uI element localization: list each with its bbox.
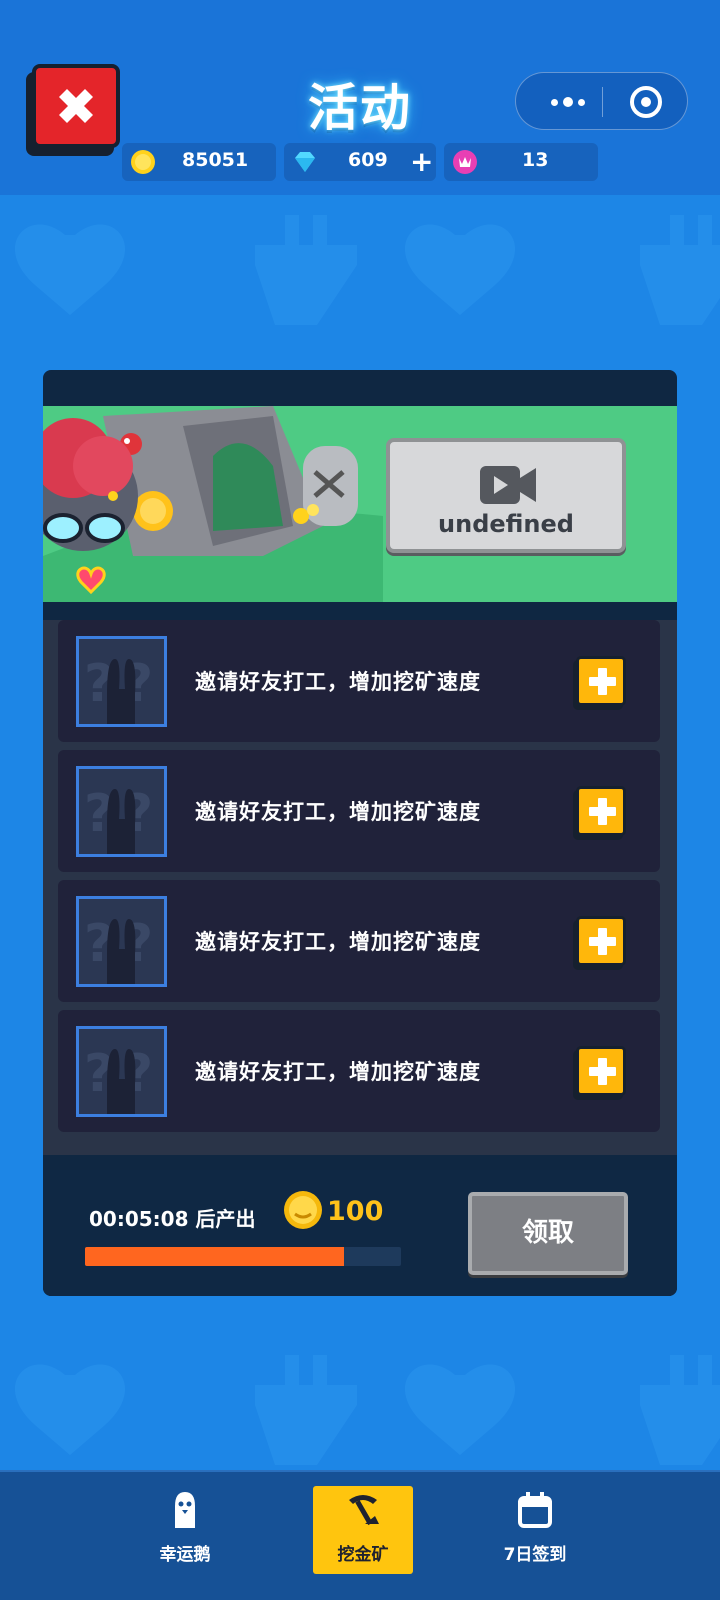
gold-mine-panel: undefined ? ? 邀请好友打工，增加挖矿速度 ? ? 邀请好友打工，增… [43,370,677,1296]
production-status: 00:05:08 后产出 100 领取 [43,1170,677,1296]
more-menu-button[interactable] [540,88,596,116]
production-progress-fill [85,1247,345,1266]
claim-button[interactable]: 领取 [468,1192,628,1275]
close-icon [59,89,93,123]
close-button[interactable] [32,64,120,148]
worker-slot: ? ? 邀请好友打工，增加挖矿速度 [58,620,660,742]
worker-slot: ? ? 邀请好友打工，增加挖矿速度 [58,1010,660,1132]
unknown-rabbit-icon: ? ? [84,654,153,724]
empty-worker-avatar: ? ? [76,636,167,727]
reward-amount: 100 [327,1196,384,1227]
unknown-rabbit-icon: ? ? [84,914,153,984]
gem-counter: 609 + [284,143,436,181]
coin-counter: 85051 [122,143,276,181]
more-dot-icon [563,97,573,107]
gem-count: 609 [348,149,388,171]
production-timer: 00:05:08 后产出 [89,1207,256,1231]
video-camera-icon [480,466,536,504]
pickaxe-icon [349,1495,379,1526]
diamond-icon [295,152,315,172]
more-dot-icon [551,98,558,106]
unknown-rabbit-icon: ? ? [84,1044,153,1114]
coin-count: 85051 [182,149,249,171]
nav-item-gold-mine[interactable]: 挖金矿 [313,1486,413,1574]
coin-icon [131,150,155,174]
invite-worker-button[interactable] [576,1046,626,1096]
page-title: 活动 [308,79,412,137]
mini-program-capsule [515,72,688,130]
worker-list: ? ? 邀请好友打工，增加挖矿速度 ? ? 邀请好友打工，增加挖矿速度 ? ? … [43,620,677,1155]
more-dot-icon [578,98,585,106]
mine-banner: undefined [43,406,677,602]
ticket-counter: 13 [444,143,598,181]
nav-label: 幸运鹅 [159,1545,211,1565]
calendar-icon [518,1492,552,1528]
worker-slot: ? ? 邀请好友打工，增加挖矿速度 [58,750,660,872]
invite-worker-text: 邀请好友打工，增加挖矿速度 [195,930,481,954]
production-progress-bar [85,1247,401,1266]
gold-coin-icon [284,1191,322,1229]
invite-worker-text: 邀请好友打工，增加挖矿速度 [195,670,481,694]
top-bar: 活动 85051 609 + 13 [0,0,720,195]
unknown-rabbit-icon: ? ? [84,784,153,854]
add-gems-button[interactable]: + [410,145,433,178]
nav-label: 挖金矿 [337,1545,389,1565]
video-button-label: undefined [438,510,574,538]
invite-worker-button[interactable] [576,656,626,706]
empty-worker-avatar: ? ? [76,896,167,987]
goose-icon [175,1492,195,1528]
invite-worker-button[interactable] [576,786,626,836]
nav-item-7-day-checkin[interactable]: 7日签到 [485,1486,585,1574]
empty-worker-avatar: ? ? [76,766,167,857]
nav-item-lucky-goose[interactable]: 幸运鹅 [135,1486,235,1574]
exit-mini-program-button[interactable] [630,86,662,118]
nav-label: 7日签到 [503,1545,567,1565]
capsule-divider [602,87,603,117]
bottom-nav: 幸运鹅 挖金矿 7日签到 [0,1470,720,1600]
invite-worker-text: 邀请好友打工，增加挖矿速度 [195,800,481,824]
invite-worker-button[interactable] [576,916,626,966]
pink-badge-icon [453,150,477,174]
ticket-count: 13 [522,149,549,171]
watch-video-button[interactable]: undefined [386,438,626,553]
empty-worker-avatar: ? ? [76,1026,167,1117]
worker-slot: ? ? 邀请好友打工，增加挖矿速度 [58,880,660,1002]
invite-worker-text: 邀请好友打工，增加挖矿速度 [195,1060,481,1084]
